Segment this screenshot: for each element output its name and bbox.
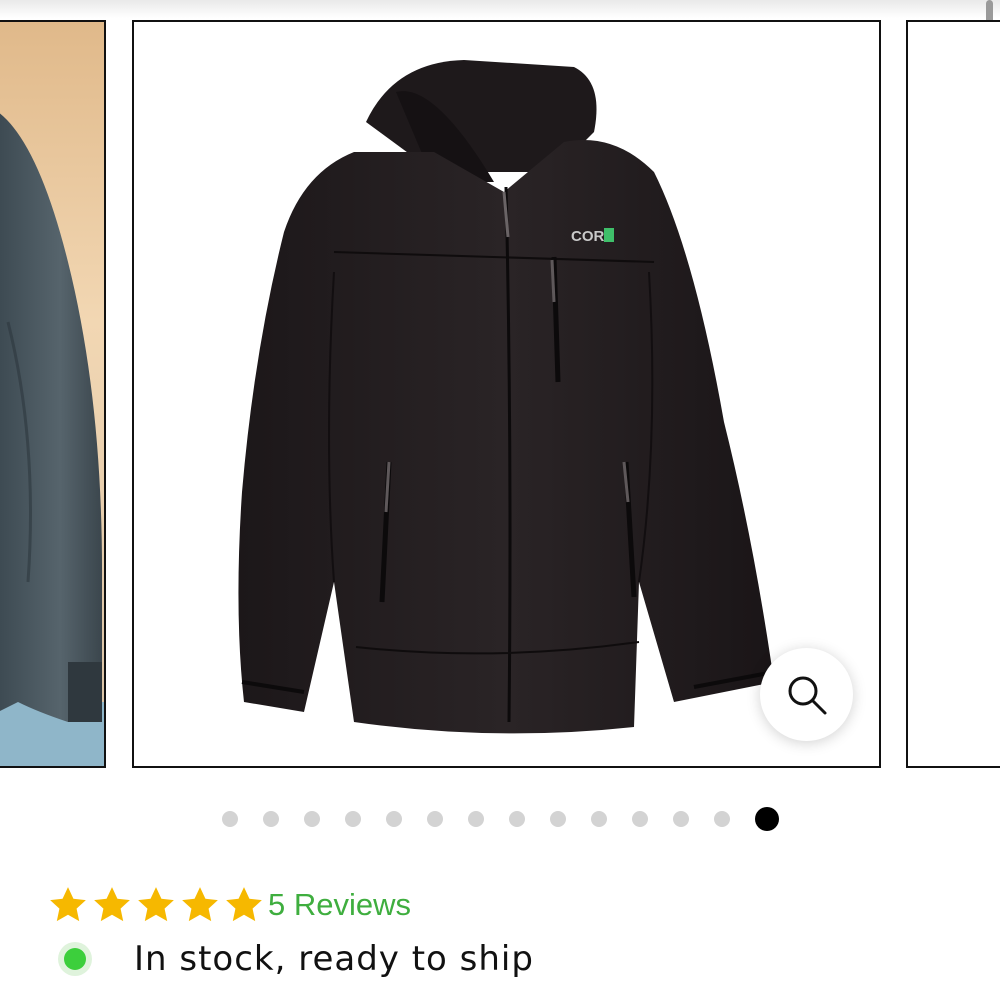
- previous-product-photo: [0, 22, 104, 766]
- zoom-button[interactable]: [760, 648, 853, 741]
- gallery-slide-next[interactable]: [906, 20, 1000, 768]
- pagination-dot[interactable]: [386, 811, 402, 827]
- pagination-dot[interactable]: [345, 811, 361, 827]
- product-rating: 5 Reviews: [46, 882, 411, 928]
- star-icon: [226, 887, 262, 922]
- pagination-dot[interactable]: [550, 811, 566, 827]
- star-icon: [182, 887, 218, 922]
- pagination-dot[interactable]: [468, 811, 484, 827]
- star-icon: [50, 887, 86, 922]
- top-fade: [0, 0, 1000, 18]
- pagination-dot[interactable]: [673, 811, 689, 827]
- in-stock-dot: [64, 948, 86, 970]
- gallery-slide-previous[interactable]: [0, 20, 106, 768]
- product-page: COR 5 Reviews In stock, ready to ship: [0, 0, 1000, 1000]
- search-icon: [788, 676, 826, 714]
- stock-status: In stock, ready to ship: [58, 936, 534, 982]
- jacket-illustration: COR: [238, 60, 775, 734]
- pagination-dot-active[interactable]: [755, 807, 779, 831]
- in-stock-indicator: [58, 942, 92, 976]
- pagination-dot[interactable]: [263, 811, 279, 827]
- pagination-dot[interactable]: [427, 811, 443, 827]
- product-image[interactable]: COR: [134, 22, 879, 766]
- pagination-dot[interactable]: [509, 811, 525, 827]
- brand-logo: COR: [571, 228, 605, 245]
- pagination-dot[interactable]: [304, 811, 320, 827]
- stock-label: In stock, ready to ship: [134, 939, 534, 979]
- pagination-dot[interactable]: [591, 811, 607, 827]
- gallery-pagination: [0, 806, 1000, 832]
- star-icon: [138, 887, 174, 922]
- gallery-slide-main[interactable]: COR: [132, 20, 881, 768]
- star-icon: [94, 887, 130, 922]
- pagination-dot[interactable]: [632, 811, 648, 827]
- star-rating: [46, 884, 266, 926]
- reviews-link[interactable]: 5 Reviews: [268, 887, 411, 923]
- pagination-dot[interactable]: [714, 811, 730, 827]
- pagination-dot[interactable]: [222, 811, 238, 827]
